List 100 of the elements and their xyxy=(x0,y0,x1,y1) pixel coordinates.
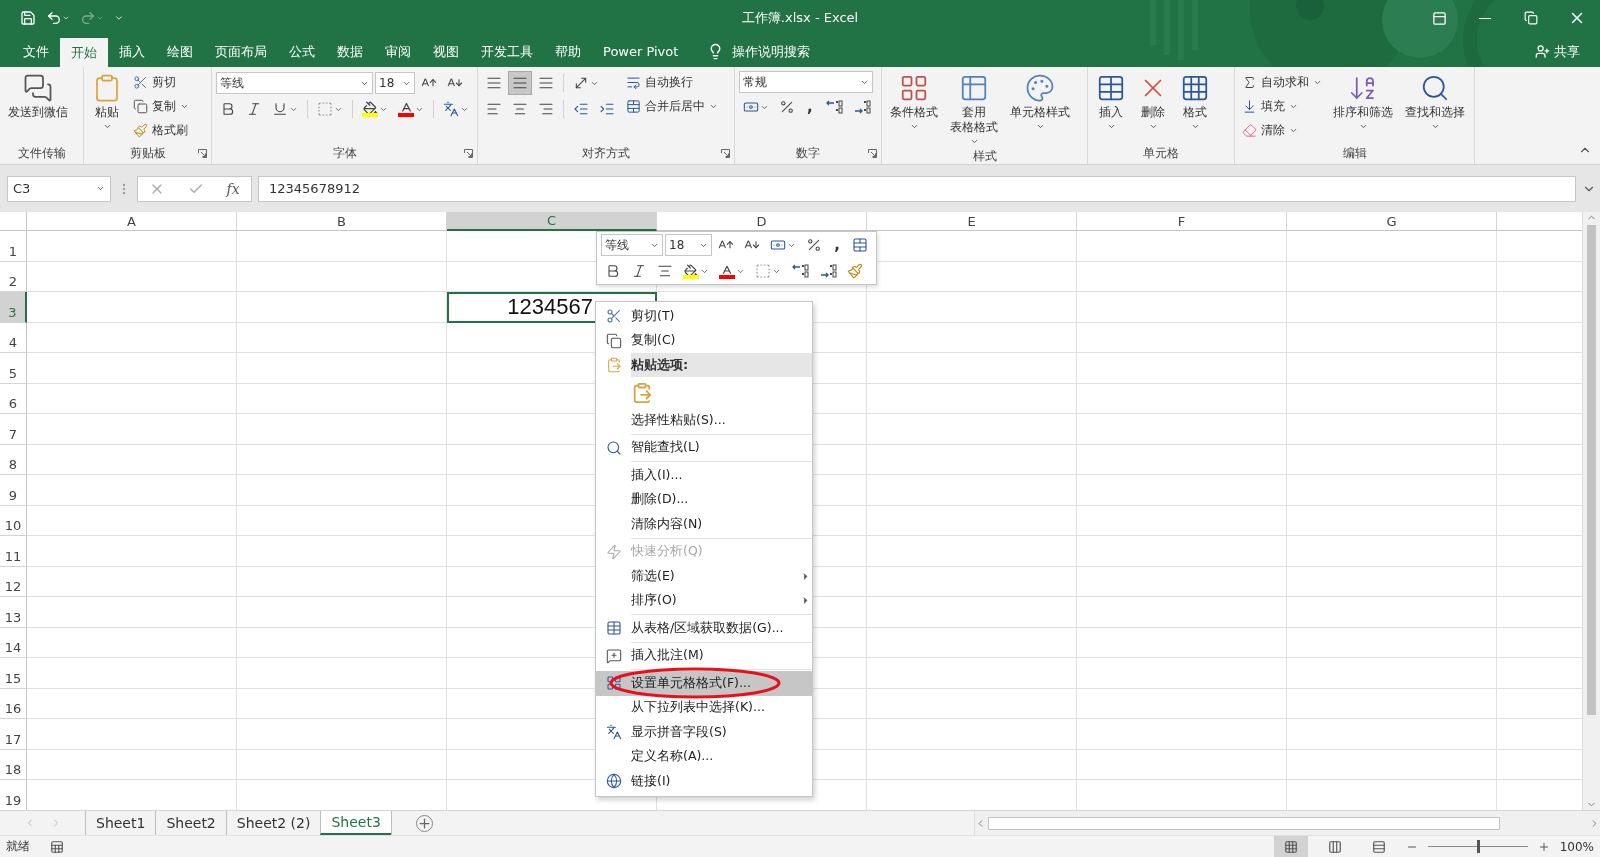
sheet-tab[interactable]: Sheet3 xyxy=(320,811,391,835)
font-size-field[interactable]: 18 xyxy=(665,234,713,256)
sheet-cell[interactable] xyxy=(237,414,447,445)
sheet-cell[interactable] xyxy=(27,261,237,292)
sheet-cell[interactable] xyxy=(27,627,237,658)
comma-style-button[interactable]: , xyxy=(828,236,846,254)
menu-item[interactable]: 链接(I) xyxy=(596,769,812,794)
row-header[interactable]: 6 xyxy=(0,383,27,414)
sheet-cell[interactable] xyxy=(1077,444,1287,475)
sheet-cell[interactable] xyxy=(867,292,1077,323)
sheet-cell[interactable] xyxy=(1077,353,1287,384)
font-name-field[interactable]: 等线 xyxy=(216,72,373,94)
sheet-cell[interactable] xyxy=(27,566,237,597)
sheet-cell[interactable] xyxy=(27,444,237,475)
sheet-cell[interactable] xyxy=(27,688,237,719)
paste-button[interactable]: 粘贴 xyxy=(88,71,126,133)
delete-cells-button[interactable]: 删除 xyxy=(1134,71,1172,133)
cell-styles-button[interactable]: 单元格样式 xyxy=(1006,71,1074,133)
ribbon-tab[interactable]: 文件 xyxy=(12,36,60,67)
dialog-launcher-icon[interactable] xyxy=(868,148,877,158)
select-all-corner[interactable] xyxy=(0,212,27,231)
row-header[interactable]: 9 xyxy=(0,475,27,506)
row-header[interactable]: 15 xyxy=(0,658,27,689)
sheet-cell[interactable] xyxy=(27,505,237,536)
menu-item[interactable]: 删除(D)... xyxy=(596,487,812,512)
sheet-cell[interactable] xyxy=(1287,292,1497,323)
sheet-cell[interactable] xyxy=(27,383,237,414)
dialog-launcher-icon[interactable] xyxy=(464,148,473,158)
sheet-cell[interactable] xyxy=(867,566,1077,597)
sheet-cell[interactable] xyxy=(27,658,237,689)
row-header[interactable]: 12 xyxy=(0,566,27,597)
vertical-scrollbar[interactable] xyxy=(1582,212,1600,810)
sheet-cell[interactable] xyxy=(237,597,447,628)
sheet-cell[interactable] xyxy=(1287,749,1497,780)
sheet-cell[interactable] xyxy=(27,414,237,445)
scroll-thumb[interactable] xyxy=(988,816,1500,830)
sheet-cell[interactable] xyxy=(27,475,237,506)
row-header[interactable]: 1 xyxy=(0,231,27,262)
sheet-cell[interactable] xyxy=(1077,627,1287,658)
menu-item[interactable]: 复制(C) xyxy=(596,328,812,353)
sheet-cell[interactable] xyxy=(1077,688,1287,719)
sheet-cell[interactable] xyxy=(27,353,237,384)
fill-button[interactable]: 填充 xyxy=(1239,95,1325,117)
sheet-cell[interactable] xyxy=(1287,383,1497,414)
sheet-cell[interactable] xyxy=(1287,688,1497,719)
sheet-cell[interactable] xyxy=(237,536,447,567)
find-select-button[interactable]: 查找和选择 xyxy=(1401,71,1469,133)
sheet-cell[interactable] xyxy=(867,627,1077,658)
sheet-cell[interactable] xyxy=(27,231,237,262)
vertical-align-button[interactable] xyxy=(508,71,532,95)
row-header[interactable]: 16 xyxy=(0,688,27,719)
menu-item[interactable]: 从下拉列表中选择(K)... xyxy=(596,695,812,720)
ribbon-tab[interactable]: 插入 xyxy=(108,36,156,67)
autosum-button[interactable]: 自动求和 xyxy=(1239,71,1325,93)
sheet-cell[interactable] xyxy=(237,566,447,597)
sheet-cell[interactable] xyxy=(27,536,237,567)
row-header[interactable]: 13 xyxy=(0,597,27,628)
sheet-cell[interactable] xyxy=(1077,322,1287,353)
save-button[interactable] xyxy=(18,8,38,28)
sheet-cell[interactable] xyxy=(867,475,1077,506)
sheet-cell[interactable] xyxy=(1287,658,1497,689)
insert-function-button[interactable]: fx xyxy=(226,180,240,197)
menu-item[interactable]: 清除内容(N) xyxy=(596,512,812,537)
tell-me-search[interactable]: 操作说明搜索 xyxy=(701,36,817,67)
format-as-table-button[interactable]: 套用 表格格式 xyxy=(946,71,1002,148)
sheet-cell[interactable] xyxy=(1287,444,1497,475)
formula-field[interactable]: 12345678912 xyxy=(258,175,1576,202)
sheet-cell[interactable] xyxy=(1287,231,1497,262)
sheet-cell[interactable] xyxy=(27,292,237,323)
sheet-cell[interactable] xyxy=(1287,414,1497,445)
row-header[interactable]: 4 xyxy=(0,322,27,353)
sheet-cell[interactable] xyxy=(867,322,1077,353)
sheet-cell[interactable] xyxy=(1287,566,1497,597)
row-header[interactable]: 17 xyxy=(0,719,27,750)
sheet-cell[interactable] xyxy=(237,292,447,323)
sheet-cell[interactable] xyxy=(237,688,447,719)
dialog-launcher-icon[interactable] xyxy=(198,148,207,158)
sheet-cell[interactable] xyxy=(237,444,447,475)
number-format-field[interactable]: 常规 xyxy=(739,71,873,93)
sheet-cell[interactable] xyxy=(1287,322,1497,353)
row-header[interactable]: 18 xyxy=(0,749,27,780)
clear-button[interactable]: 清除 xyxy=(1239,119,1325,141)
sheet-cell[interactable] xyxy=(1287,536,1497,567)
sheet-cell[interactable] xyxy=(867,505,1077,536)
menu-item[interactable]: 显示拼音字段(S) xyxy=(596,720,812,745)
sheet-cell[interactable] xyxy=(1077,719,1287,750)
sheet-cell[interactable] xyxy=(1077,475,1287,506)
sheet-cell[interactable] xyxy=(27,719,237,750)
sheet-cell[interactable] xyxy=(1077,749,1287,780)
font-name-field[interactable]: 等线 xyxy=(601,234,664,256)
column-header[interactable]: B xyxy=(237,212,447,231)
menu-item[interactable]: 设置单元格格式(F)... xyxy=(596,671,812,696)
sheet-cell[interactable] xyxy=(1287,353,1497,384)
menu-item[interactable]: 排序(O) xyxy=(596,588,812,613)
sheet-cell[interactable] xyxy=(1287,475,1497,506)
sort-filter-button[interactable]: 排序和筛选 xyxy=(1329,71,1397,133)
sheet-cell[interactable] xyxy=(237,261,447,292)
menu-item[interactable]: 从表格/区域获取数据(G)... xyxy=(596,616,812,641)
sheet-cell[interactable] xyxy=(1077,383,1287,414)
row-header[interactable]: 14 xyxy=(0,627,27,658)
